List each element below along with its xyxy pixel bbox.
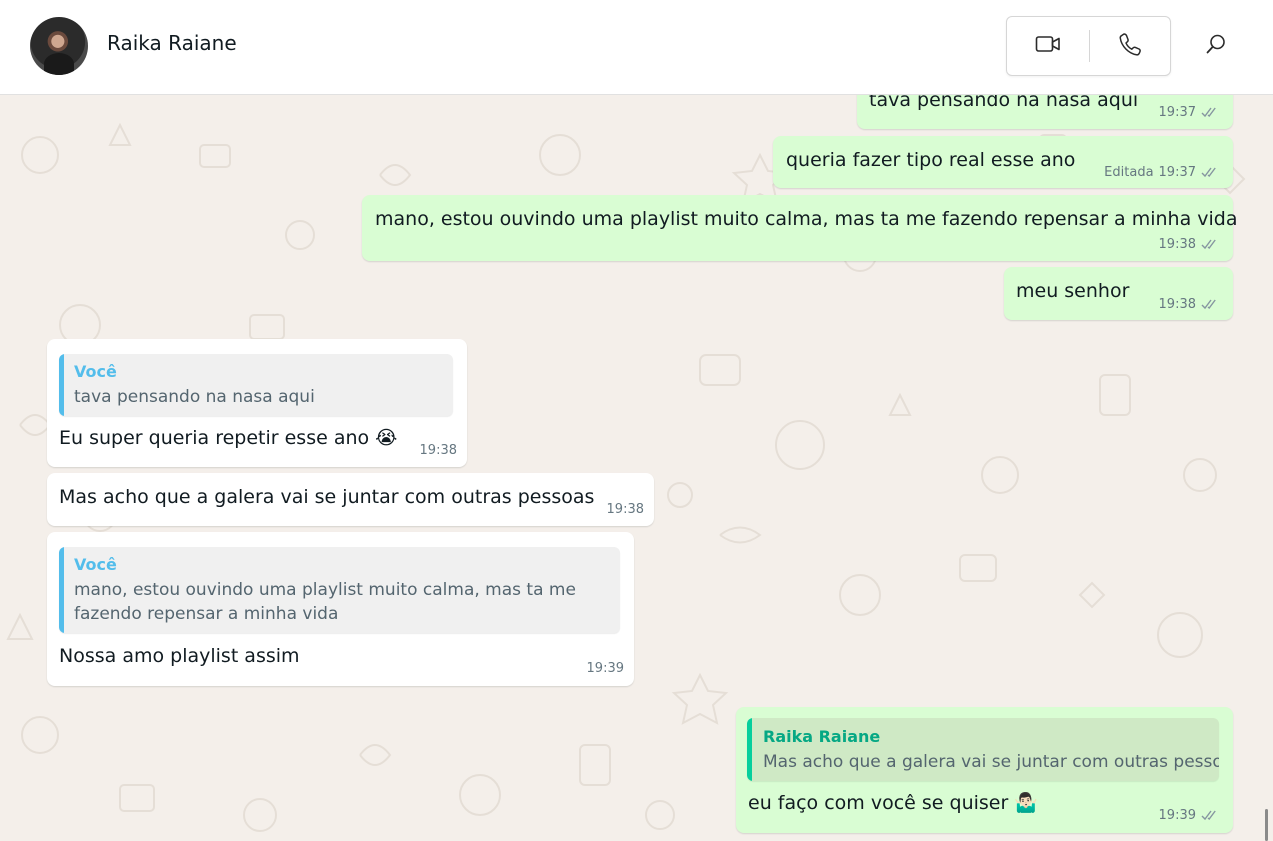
contact-name[interactable]: Raika Raiane bbox=[107, 31, 237, 55]
quote-text: tava pensando na nasa aqui bbox=[74, 387, 315, 407]
message-time: 19:39 bbox=[586, 661, 624, 676]
message-meta: 19:39 bbox=[1159, 808, 1219, 823]
search-icon bbox=[1205, 33, 1227, 59]
quoted-message[interactable]: Você tava pensando na nasa aqui bbox=[59, 354, 453, 416]
chat-header: Raika Raiane bbox=[0, 0, 1273, 95]
quoted-message[interactable]: Você mano, estou ouvindo uma playlist mu… bbox=[59, 547, 620, 633]
message-bubble-incoming[interactable]: Mas acho que a galera vai se juntar com … bbox=[47, 473, 654, 526]
read-receipt-icon bbox=[1201, 107, 1216, 118]
message-text: Mas acho que a galera vai se juntar com … bbox=[59, 486, 595, 508]
quote-author: Você bbox=[74, 362, 117, 381]
message-time: 19:37 bbox=[1158, 165, 1196, 180]
message-bubble-outgoing[interactable]: Raika Raiane Mas acho que a galera vai s… bbox=[736, 707, 1233, 833]
message-time: 19:38 bbox=[419, 443, 457, 458]
message-text: queria fazer tipo real esse ano bbox=[786, 149, 1076, 171]
message-bubble-incoming[interactable]: Você mano, estou ouvindo uma playlist mu… bbox=[47, 532, 634, 686]
call-button-group bbox=[1006, 16, 1171, 76]
message-time: 19:38 bbox=[606, 502, 644, 517]
quote-accent-bar bbox=[747, 718, 752, 781]
message-text: meu senhor bbox=[1016, 280, 1130, 302]
read-receipt-icon bbox=[1201, 167, 1216, 178]
message-meta: 19:38 bbox=[1159, 237, 1219, 252]
message-list[interactable]: tava pensando na nasa aqui 19:37 queria … bbox=[0, 95, 1273, 841]
phone-icon bbox=[1119, 32, 1141, 60]
quote-accent-bar bbox=[59, 547, 64, 633]
read-receipt-icon bbox=[1201, 299, 1216, 310]
read-receipt-icon bbox=[1201, 810, 1216, 821]
message-text: Nossa amo playlist assim bbox=[59, 645, 300, 667]
video-call-button[interactable] bbox=[1007, 17, 1088, 75]
quote-author: Raika Raiane bbox=[763, 727, 881, 746]
quoted-message[interactable]: Raika Raiane Mas acho que a galera vai s… bbox=[747, 718, 1219, 781]
scrollbar-thumb[interactable] bbox=[1265, 809, 1268, 841]
message-meta: 19:37 bbox=[1159, 105, 1219, 120]
message-meta: 19:38 bbox=[607, 502, 644, 517]
message-time: 19:39 bbox=[1158, 808, 1196, 823]
message-time: 19:38 bbox=[1158, 237, 1196, 252]
message-bubble-incoming[interactable]: Você tava pensando na nasa aqui Eu super… bbox=[47, 339, 467, 467]
quote-text: mano, estou ouvindo uma playlist muito c… bbox=[74, 580, 576, 624]
message-text: Eu super queria repetir esse ano 😭 bbox=[59, 427, 398, 449]
edited-label: Editada bbox=[1104, 165, 1154, 180]
message-bubble-outgoing[interactable]: queria fazer tipo real esse ano Editada … bbox=[773, 136, 1233, 188]
message-meta: Editada 19:37 bbox=[1104, 165, 1219, 180]
message-text: eu faço com você se quiser 🤷🏻‍♂️ bbox=[748, 792, 1038, 814]
message-meta: 19:38 bbox=[1159, 297, 1219, 312]
avatar[interactable] bbox=[30, 17, 88, 75]
whatsapp-chat-window: Raika Raiane tava pensando na nasa aqui … bbox=[0, 0, 1273, 841]
message-text: mano, estou ouvindo uma playlist muito c… bbox=[375, 208, 1238, 230]
message-bubble-outgoing[interactable]: tava pensando na nasa aqui 19:37 bbox=[857, 95, 1233, 129]
message-meta: 19:38 bbox=[420, 443, 457, 458]
message-meta: 19:39 bbox=[587, 661, 624, 676]
search-button[interactable] bbox=[1196, 26, 1236, 66]
voice-call-button[interactable] bbox=[1089, 17, 1170, 75]
video-camera-icon bbox=[1035, 34, 1061, 58]
message-time: 19:38 bbox=[1158, 297, 1196, 312]
message-bubble-outgoing[interactable]: mano, estou ouvindo uma playlist muito c… bbox=[362, 195, 1238, 261]
message-time: 19:37 bbox=[1158, 105, 1196, 120]
read-receipt-icon bbox=[1201, 239, 1216, 250]
quote-accent-bar bbox=[59, 354, 64, 416]
message-bubble-outgoing[interactable]: meu senhor 19:38 bbox=[1004, 267, 1233, 320]
message-text: tava pensando na nasa aqui bbox=[869, 95, 1139, 111]
quote-author: Você bbox=[74, 555, 117, 574]
quote-text: Mas acho que a galera vai se juntar com … bbox=[763, 752, 1219, 772]
